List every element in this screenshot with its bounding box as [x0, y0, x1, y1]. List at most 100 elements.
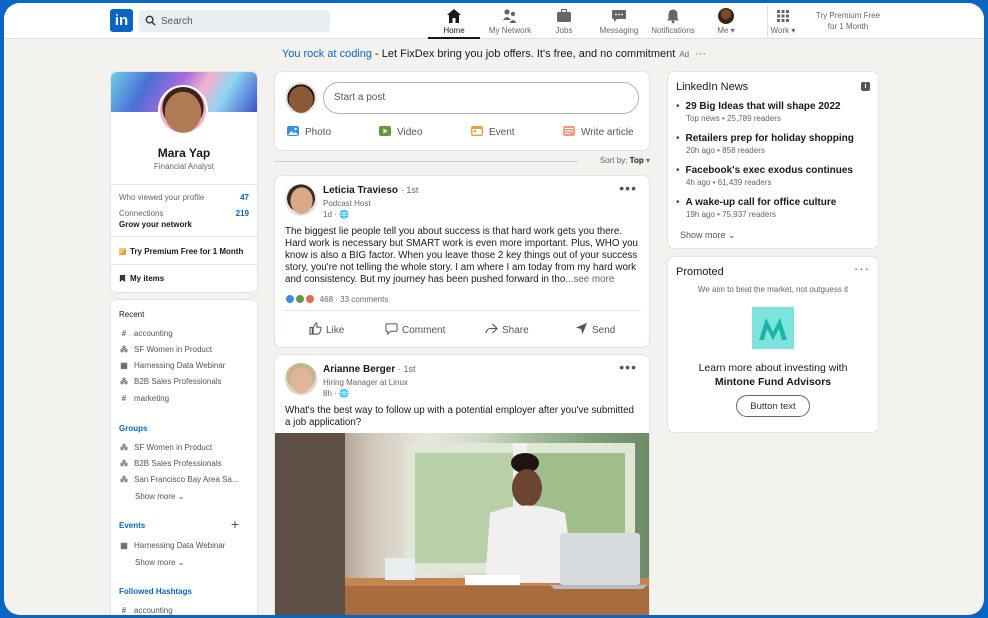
avatar[interactable] — [285, 363, 317, 395]
news-item[interactable]: Retailers prep for holiday shopping 20h a… — [676, 133, 866, 155]
group-item-label: San Francisco Bay Area Sa... — [134, 475, 239, 484]
add-event-icon[interactable]: + — [231, 516, 239, 532]
promoted-menu-icon[interactable]: ··· — [854, 261, 870, 276]
chevron-down-icon: ▾ — [791, 26, 796, 35]
nav-jobs-label: Jobs — [555, 26, 573, 35]
premium-link[interactable]: Try Premium Free for 1 Month — [119, 247, 249, 256]
write-article-button[interactable]: Write article — [563, 126, 634, 138]
chevron-down-icon: ⌄ — [177, 492, 185, 501]
nav-my-network[interactable]: My Network — [485, 6, 535, 39]
search-icon — [145, 15, 156, 26]
reactions-summary[interactable]: 468 · 33 comments — [285, 294, 388, 304]
group-item[interactable]: ⁂ B2B Sales Professionals — [119, 459, 222, 468]
hashtag-item-label: accounting — [134, 606, 173, 615]
reaction-count: 468 — [319, 295, 334, 304]
events-heading[interactable]: Events — [119, 521, 145, 530]
recent-item[interactable]: # accounting — [119, 329, 173, 338]
recent-item[interactable]: ⁂ B2B Sales Professionals — [119, 377, 222, 386]
connection-degree: · 1st — [400, 185, 419, 195]
write-article-label: Write article — [581, 127, 634, 138]
nav-notifications[interactable]: Notifications — [647, 6, 699, 39]
comment-label: Comment — [402, 325, 446, 336]
recent-item-label: Harnessing Data Webinar — [134, 361, 226, 370]
video-button[interactable]: Video — [379, 126, 422, 138]
connections-label: Connections — [119, 209, 164, 218]
linkedin-logo-icon[interactable]: in — [110, 9, 133, 32]
news-item[interactable]: 29 Big Ideas that will shape 2022 Top new… — [676, 101, 866, 123]
info-icon[interactable]: i — [861, 82, 870, 91]
post-menu-icon[interactable]: ••• — [619, 180, 637, 196]
my-items-link[interactable]: My items — [119, 274, 249, 283]
comment-count[interactable]: · 33 comments — [335, 295, 388, 304]
nav-jobs[interactable]: Jobs — [547, 6, 581, 39]
hashtags-heading[interactable]: Followed Hashtags — [119, 587, 192, 596]
post-time: 8h · 🌐 — [323, 389, 349, 398]
bell-icon — [667, 9, 679, 24]
recent-item[interactable]: # marketing — [119, 394, 169, 403]
promoted-title: Promoted — [676, 266, 724, 278]
connections-row[interactable]: Connections 219 — [119, 209, 249, 218]
search-box[interactable] — [139, 10, 330, 32]
post-menu-icon[interactable]: ••• — [619, 359, 637, 375]
nav-messaging[interactable]: Messaging — [595, 6, 643, 39]
ad-highlight[interactable]: You rock at coding — [282, 48, 372, 60]
promoted-button[interactable]: Button text — [736, 395, 810, 417]
profile-viewers-row[interactable]: Who viewed your profile 47 — [119, 193, 249, 202]
photo-button[interactable]: Photo — [287, 126, 331, 138]
news-meta: 20h ago • 858 readers — [686, 146, 765, 155]
news-item[interactable]: Facebook's exec exodus continues 4h ago •… — [676, 165, 866, 187]
feed-post: Leticia Travieso · 1st Podcast Host 1d ·… — [274, 175, 650, 348]
groups-heading[interactable]: Groups — [119, 424, 147, 433]
post-image[interactable] — [275, 433, 649, 615]
comment-button[interactable]: Comment — [385, 322, 445, 336]
sort-label: Sort by: — [599, 156, 628, 165]
news-item[interactable]: A wake-up call for office culture 19h ago… — [676, 197, 866, 219]
try-premium-link[interactable]: Try Premium Free for 1 Month — [812, 10, 884, 32]
ad-menu-icon[interactable]: ··· — [695, 48, 706, 60]
video-label: Video — [397, 127, 423, 138]
top-nav: in Home My Network Jobs Messaging Notifi… — [4, 3, 984, 39]
grow-network-link[interactable]: Grow your network — [119, 220, 249, 229]
ad-banner[interactable]: You rock at coding - Let FixDex bring yo… — [4, 48, 984, 60]
search-input[interactable] — [161, 13, 321, 29]
group-item[interactable]: ⁂ San Francisco Bay Area Sa... — [119, 475, 239, 484]
like-button[interactable]: Like — [309, 322, 344, 336]
recent-heading: Recent — [119, 310, 145, 319]
share-button[interactable]: Share — [485, 322, 529, 336]
news-show-more[interactable]: Show more ⌄ — [680, 230, 736, 241]
post-author[interactable]: Leticia Travieso · 1st — [323, 185, 418, 196]
mintone-logo-icon[interactable] — [752, 307, 794, 349]
profile-photo[interactable] — [158, 85, 208, 135]
event-item[interactable]: ▦ Harnessing Data Webinar — [119, 541, 225, 550]
sort-dropdown[interactable]: Sort by: Top ▾ — [600, 156, 650, 165]
avatar[interactable] — [285, 82, 317, 114]
recent-item[interactable]: ▦ Harnessing Data Webinar — [119, 361, 225, 370]
event-button[interactable]: Event — [471, 126, 515, 138]
avatar[interactable] — [285, 184, 317, 216]
see-more-link[interactable]: ...see more — [565, 274, 614, 285]
recent-item[interactable]: ⁂ SF Women in Product — [119, 345, 212, 354]
connections-count: 219 — [235, 209, 249, 218]
profile-name[interactable]: Mara Yap — [111, 146, 257, 160]
feed-post: Arianne Berger · 1st Hiring Manager at L… — [274, 354, 650, 615]
events-show-more[interactable]: Show more ⌄ — [135, 558, 184, 567]
share-box: Start a post Photo Video Event Write art… — [274, 71, 650, 151]
hashtag-item[interactable]: # accounting — [119, 606, 173, 615]
groups-show-more[interactable]: Show more ⌄ — [135, 492, 184, 501]
group-item[interactable]: ⁂ SF Women in Product — [119, 443, 212, 452]
nav-my-network-label: My Network — [488, 26, 532, 35]
post-author-name: Leticia Travieso — [323, 185, 399, 196]
nav-messaging-label: Messaging — [599, 26, 639, 35]
nav-home-label: Home — [443, 26, 465, 35]
promoted-line1: Learn more about investing with — [698, 362, 848, 374]
photo-icon — [287, 126, 299, 136]
nav-me[interactable]: Me ▾ — [710, 6, 742, 39]
nav-home[interactable]: Home — [428, 6, 480, 39]
post-author[interactable]: Arianne Berger · 1st — [323, 364, 416, 375]
start-post-button[interactable]: Start a post — [323, 82, 639, 114]
nav-work[interactable]: Work ▾ — [764, 6, 802, 39]
send-button[interactable]: Send — [575, 322, 615, 336]
love-reaction-icon — [305, 294, 316, 304]
grid-icon — [777, 10, 789, 22]
divider — [285, 310, 641, 311]
